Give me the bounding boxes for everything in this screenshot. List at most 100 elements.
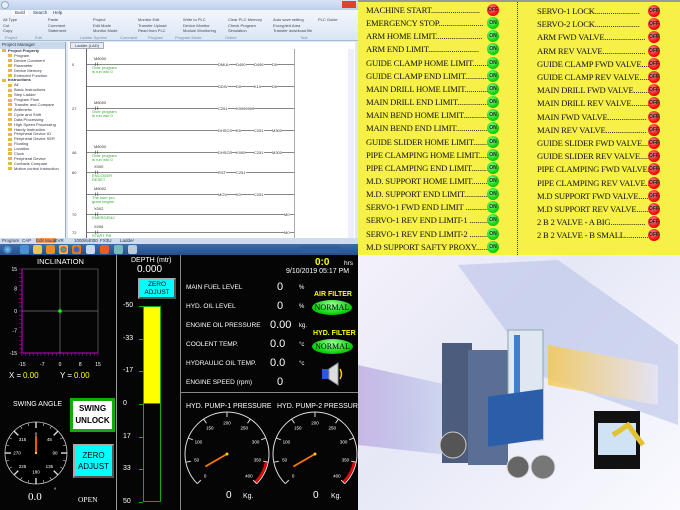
instruction-operand[interactable]: K10 [254,84,262,89]
x-tick-label: -15 [18,362,25,368]
contact-comment: Over program is run into 0 [92,109,117,119]
ribbon-button[interactable]: All Type [3,17,17,22]
ribbon-button[interactable]: Project [93,17,105,22]
ribbon-button[interactable]: Simulation [228,28,247,33]
ribbon-button[interactable]: Edit Mode [93,23,111,28]
instruction-operand[interactable]: DHSCS [218,128,233,133]
instruction-operand[interactable]: M0 [284,230,290,235]
editor-tab[interactable]: Ladder (LAD) [70,42,105,49]
instruction-operand[interactable]: K900 [236,150,246,155]
button-label: ZERO [82,451,105,460]
taskbar-app-icon[interactable] [20,245,29,254]
folder-icon [8,93,12,97]
instruction-operand[interactable]: K5 [236,128,241,133]
gauge-label: 100 [283,440,291,445]
ribbon-button[interactable]: Module Monitoring [183,28,216,33]
instruction-operand[interactable]: M300 [272,128,283,133]
firefox-icon[interactable] [72,245,81,254]
ribbon-tab-help[interactable]: Help [50,10,65,15]
app-menu-button[interactable] [1,1,9,9]
instruction-operand[interactable]: RST [218,170,226,175]
speaker-icon[interactable] [320,361,346,387]
status-led-off: OFF [648,150,660,163]
plc-app-icon[interactable] [86,245,95,254]
ribbon-button[interactable]: Copy [3,28,12,33]
ribbon-button[interactable]: Check Program [228,23,256,28]
swing-angle-dial: 04590135180225270315 [4,421,68,485]
y-tick-label: 8 [14,287,17,293]
tree-item[interactable]: Motion control Instruction [0,166,65,172]
gauge-needle [204,453,228,468]
depth-scale-label: 50 [123,498,131,505]
instruction-operand[interactable]: C251 [236,170,246,175]
app-icon[interactable] [114,245,123,254]
folder-icon [8,98,12,102]
ribbon-button[interactable]: Write to PLC [183,17,206,22]
instruction-operand[interactable]: C251 [218,106,228,111]
ribbon-tab-search[interactable]: Search [30,10,50,15]
inclination-point [58,309,62,313]
swing-unlock-button[interactable]: SWING UNLOCK [70,398,115,432]
reading-value: 0 [277,281,284,293]
pump2-unit: Kg. [331,493,342,500]
ribbon-button[interactable]: Monitor Edit [138,17,159,22]
reading-value: 0 [277,300,284,312]
vertical-scrollbar[interactable] [348,49,354,238]
close-button[interactable] [342,1,356,8]
instruction-operand[interactable]: C251 [254,150,264,155]
ribbon-button[interactable]: Encrypted Area [273,23,300,28]
instruction-operand[interactable]: C251 [254,192,264,197]
powerpoint-icon[interactable] [100,245,109,254]
folder-icon [8,103,12,107]
instruction-operand[interactable]: K9999999 [236,106,255,111]
start-button-icon[interactable] [3,245,12,254]
io-label: MAIN BEND END LIMIT................... [366,123,493,134]
instruction-operand[interactable]: D0 [272,62,278,67]
instruction-operand[interactable]: M300 [272,150,283,155]
window-title-bar [0,0,358,10]
instruction-operand[interactable]: K0 [236,192,241,197]
left-power-rail [86,49,87,238]
instruction-operand[interactable]: D496 [254,62,264,67]
instruction-operand[interactable]: DMUL [218,62,230,67]
chrome-icon[interactable] [59,245,68,254]
y-tick-label: -7 [13,329,18,335]
depth-zero-adjust-button[interactable]: ZERO ADJUST [138,278,176,299]
instruction-operand[interactable]: D490 [236,62,246,67]
instruction-operand[interactable]: D0 [272,84,278,89]
folder-icon [8,162,12,166]
ladder-editor[interactable]: Ladder (LAD) 0 M8000 | | Over program is ru… [68,42,355,238]
depth-scale-label: 33 [123,464,131,472]
instruction-operand[interactable]: DHSCR [218,150,233,155]
ribbon-button[interactable]: Auto save setting [273,17,304,22]
ribbon-tab-build[interactable]: Build [12,10,29,15]
media-icon[interactable] [46,245,55,254]
status-item: Ladder [120,238,135,243]
instruction-operand[interactable]: M0 [284,212,290,217]
ribbon-button[interactable]: Transfer Upload [138,23,167,28]
folder-icon[interactable] [33,245,42,254]
gauge-needle [292,453,316,468]
app-icon[interactable] [128,245,137,254]
instruction-operand[interactable]: C251 [254,128,264,133]
ribbon-button[interactable]: Read from PLC [138,28,166,33]
ribbon-button[interactable]: Cut [3,23,9,28]
system-tray[interactable] [300,246,340,253]
status-led-off: OFF [487,4,499,16]
ribbon-button[interactable]: Statement [48,28,66,33]
reading-label: HYD. OIL LEVEL [186,303,236,310]
ribbon-button[interactable]: Device Monitor [183,23,210,28]
instruction-operand[interactable]: DDIV [218,84,228,89]
instruction-operand[interactable]: D0 [236,84,242,89]
ribbon-button[interactable]: Clear PLC Memory [228,17,262,22]
ribbon-button[interactable]: Transfer download file [273,28,312,33]
ribbon-button[interactable]: Monitor Mode [93,28,117,33]
ribbon-button[interactable]: Comment [48,23,65,28]
folder-icon [8,167,12,171]
status-led-on: ON [487,227,499,240]
ribbon-button[interactable]: Paste [48,17,58,22]
io-label: GUIDE CLAMP REV VALVE......... [537,72,657,82]
swing-zero-adjust-button[interactable]: ZERO ADJUST [73,444,114,478]
ribbon-button[interactable]: PLC Guide [318,17,338,22]
instruction-operand[interactable]: MOV [218,192,228,197]
